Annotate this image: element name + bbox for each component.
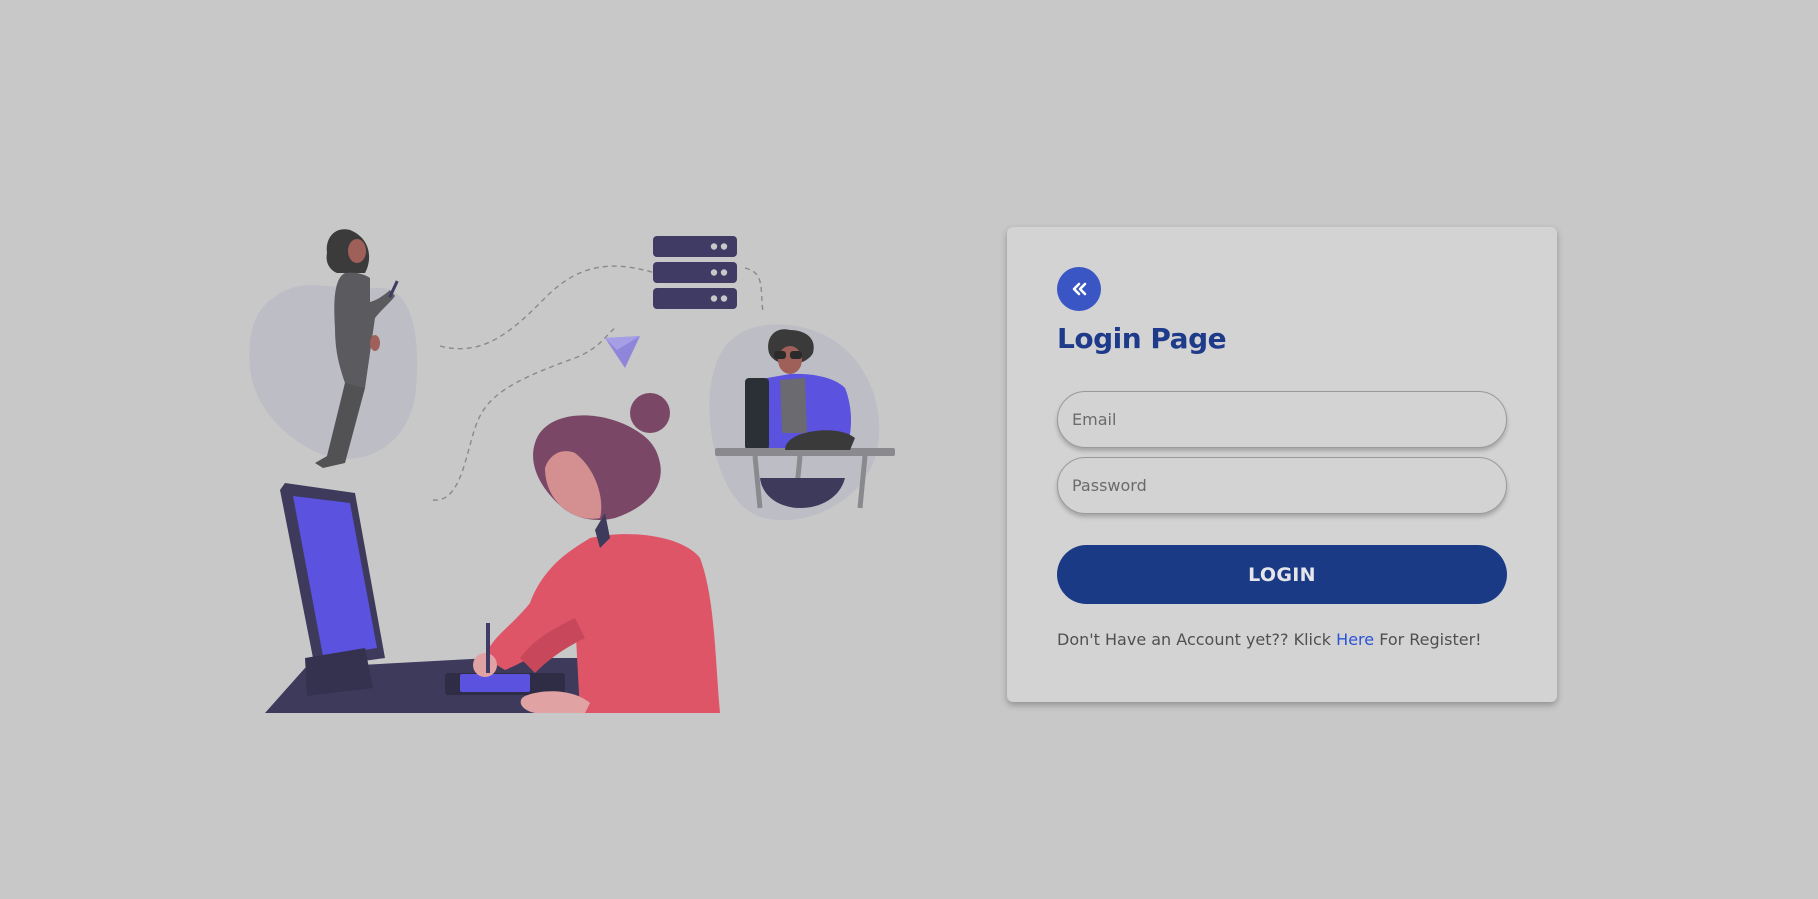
double-chevron-left-icon [1072, 282, 1087, 296]
login-card: Login Page LOGIN Don't Have an Account y… [1007, 227, 1557, 702]
page-title: Login Page [1057, 322, 1227, 355]
back-button[interactable] [1057, 267, 1101, 311]
password-field[interactable] [1057, 457, 1507, 514]
login-illustration [245, 218, 905, 713]
man-with-sunglasses [709, 324, 895, 521]
email-field[interactable] [1057, 391, 1507, 448]
server-icon [653, 236, 737, 309]
register-link[interactable]: Here [1336, 630, 1374, 649]
paper-plane-icon [605, 336, 640, 368]
login-button[interactable]: LOGIN [1057, 545, 1507, 604]
register-prompt: Don't Have an Account yet?? Klick Here F… [1057, 630, 1482, 649]
register-suffix-text: For Register! [1374, 630, 1482, 649]
woman-with-phone [249, 229, 418, 468]
register-prefix-text: Don't Have an Account yet?? Klick [1057, 630, 1337, 649]
